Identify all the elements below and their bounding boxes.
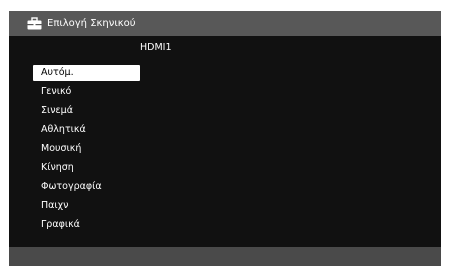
scene-option-auto[interactable]: Αυτόμ. (33, 65, 140, 81)
scene-select-menu: Επιλογή Σκηνικού HDMI1 Αυτόμ. Γενικό Σιν… (9, 11, 441, 266)
scene-option-graphics[interactable]: Γραφικά (33, 217, 140, 233)
menu-header: Επιλογή Σκηνικού (9, 11, 441, 36)
scene-option-music[interactable]: Μουσική (33, 141, 140, 157)
scene-option-cinema[interactable]: Σινεμά (33, 103, 140, 119)
scene-option-general[interactable]: Γενικό (33, 84, 140, 100)
menu-footer (9, 247, 441, 266)
scene-option-game[interactable]: Παιχν (33, 198, 140, 214)
menu-title: Επιλογή Σκηνικού (47, 18, 136, 29)
scene-option-photo[interactable]: Φωτογραφία (33, 179, 140, 195)
scene-mode-list: Αυτόμ. Γενικό Σινεμά Αθλητικά Μουσική Κί… (33, 65, 140, 236)
briefcase-icon (27, 16, 42, 31)
input-source-label: HDMI1 (140, 42, 172, 53)
scene-option-motion[interactable]: Κίνηση (33, 160, 140, 176)
scene-option-sports[interactable]: Αθλητικά (33, 122, 140, 138)
